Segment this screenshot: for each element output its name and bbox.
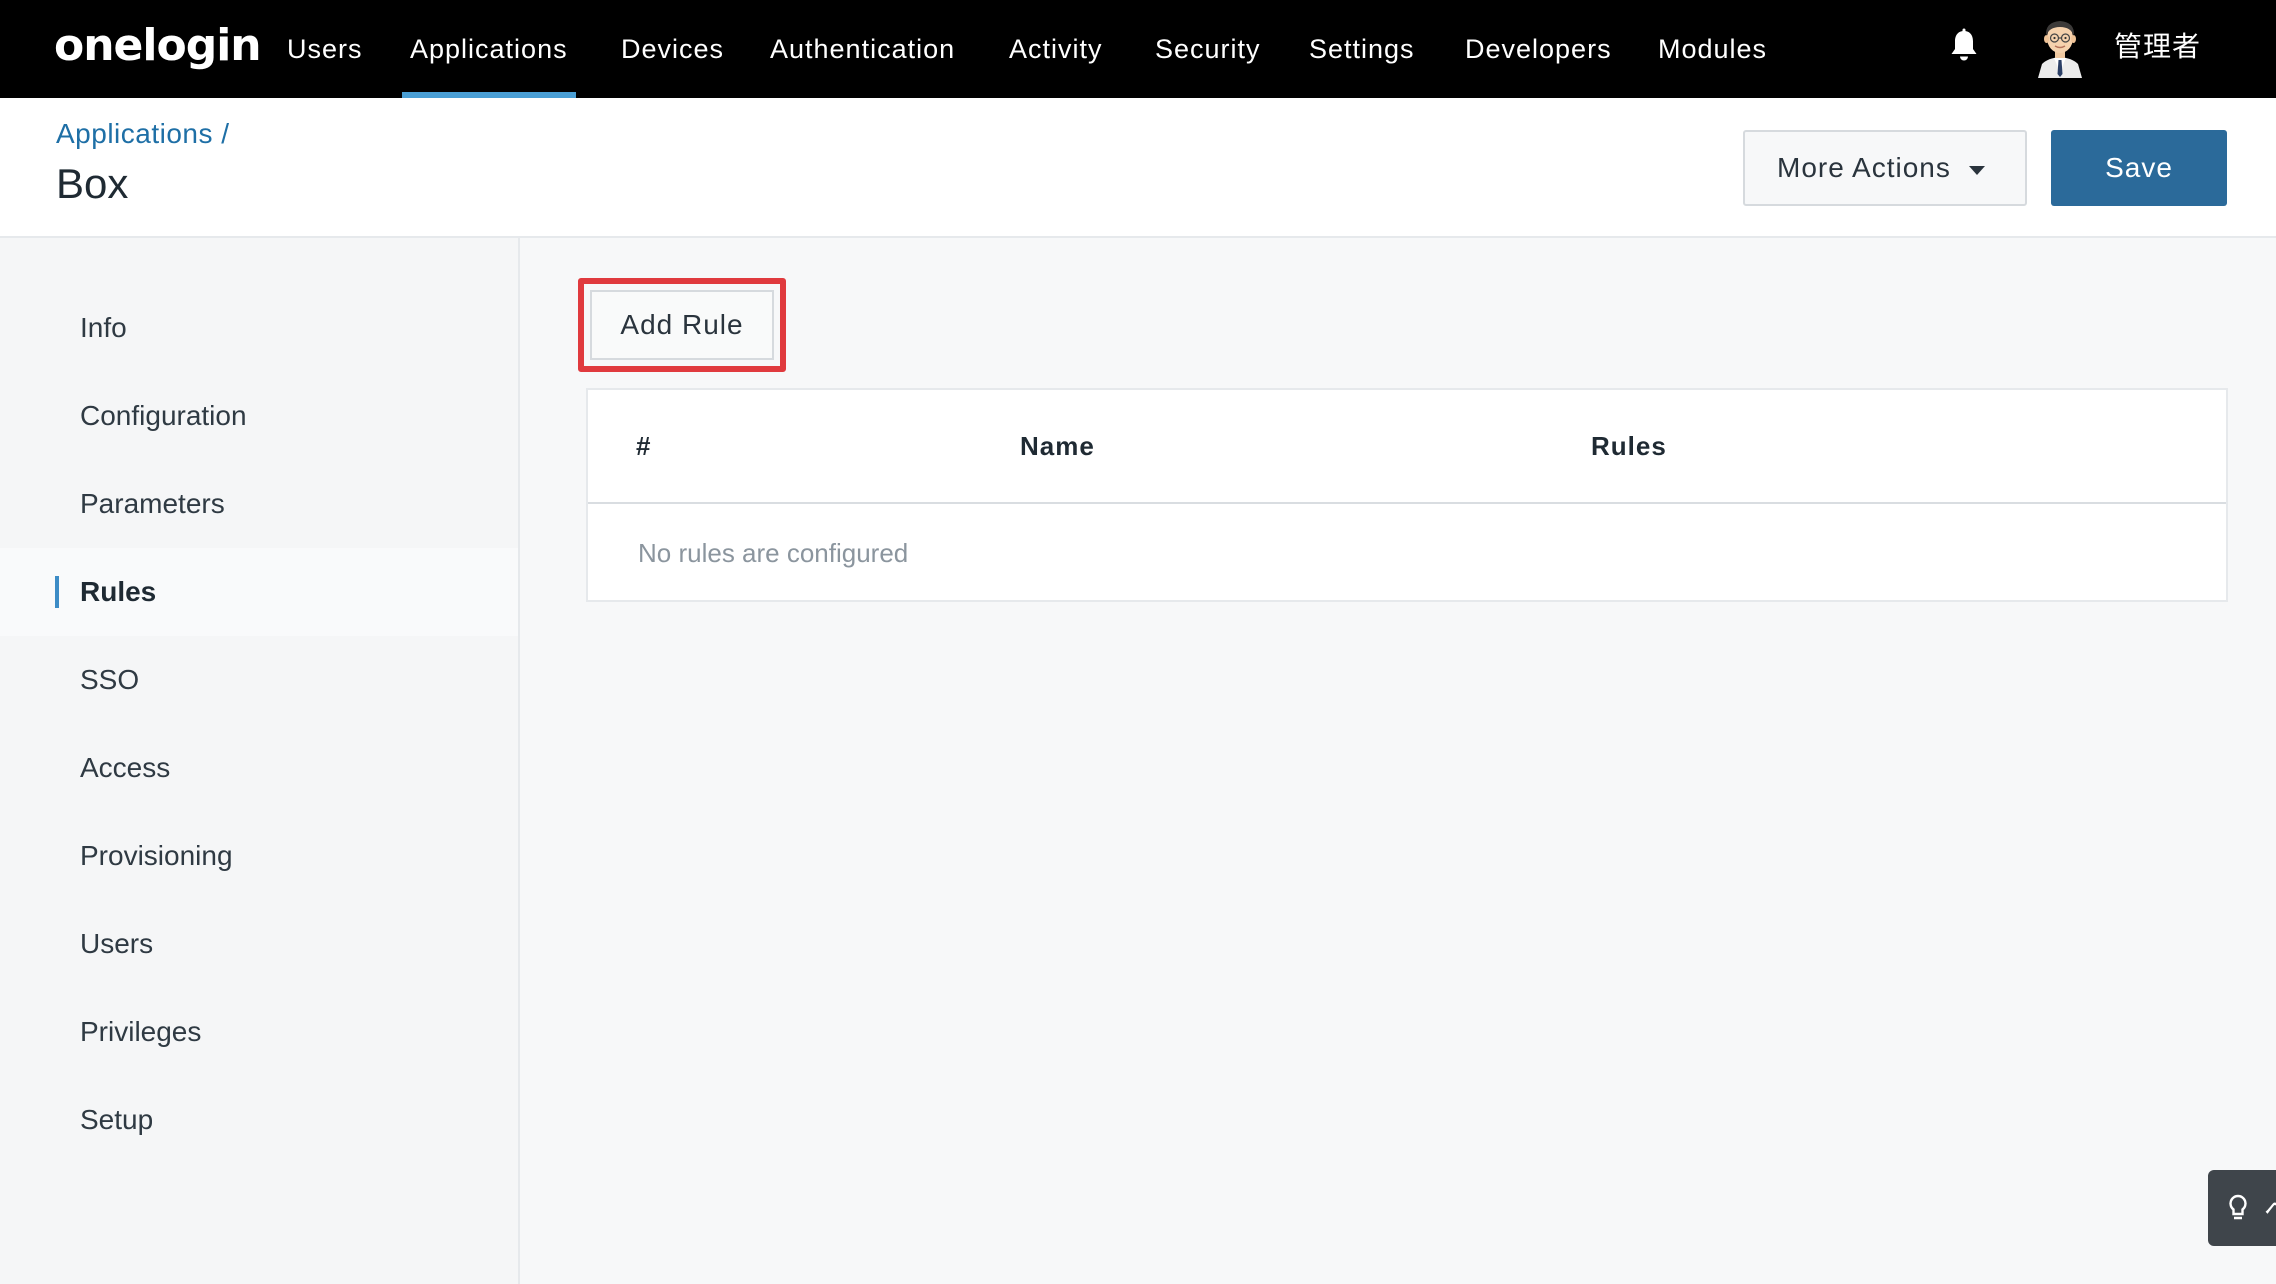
lightbulb-icon bbox=[2229, 1194, 2247, 1220]
nav-item-authentication[interactable]: Authentication bbox=[770, 0, 955, 98]
sidebar-item-rules[interactable]: Rules bbox=[0, 548, 518, 636]
sidebar-item-users[interactable]: Users bbox=[0, 900, 518, 988]
top-nav-bar: onelogin Users Applications Devices Auth… bbox=[0, 0, 2276, 98]
user-avatar[interactable] bbox=[2034, 14, 2086, 78]
caret-down-icon bbox=[1969, 166, 1985, 175]
nav-item-settings[interactable]: Settings bbox=[1309, 0, 1415, 98]
sidebar-item-access[interactable]: Access bbox=[0, 724, 518, 812]
nav-item-activity[interactable]: Activity bbox=[1009, 0, 1103, 98]
nav-item-modules[interactable]: Modules bbox=[1658, 0, 1767, 98]
help-tab[interactable]: ヘ bbox=[2208, 1170, 2276, 1246]
nav-item-devices[interactable]: Devices bbox=[621, 0, 724, 98]
onelogin-logo[interactable]: onelogin bbox=[54, 16, 262, 76]
nav-item-applications[interactable]: Applications bbox=[402, 0, 576, 98]
column-header-rules[interactable]: Rules bbox=[1591, 390, 1667, 502]
help-tab-label: ヘ bbox=[2264, 1190, 2276, 1227]
more-actions-label: More Actions bbox=[1777, 152, 1951, 183]
sidebar-item-privileges[interactable]: Privileges bbox=[0, 988, 518, 1076]
sidebar-item-setup[interactable]: Setup bbox=[0, 1076, 518, 1164]
page-header: Applications / Box More Actions Save bbox=[0, 98, 2276, 238]
nav-item-security[interactable]: Security bbox=[1155, 0, 1261, 98]
add-rule-button[interactable]: Add Rule bbox=[590, 290, 774, 360]
nav-item-users[interactable]: Users bbox=[287, 0, 363, 98]
sidebar-item-provisioning[interactable]: Provisioning bbox=[0, 812, 518, 900]
add-rule-highlight: Add Rule bbox=[578, 278, 786, 372]
sidebar-item-info[interactable]: Info bbox=[0, 284, 518, 372]
sidebar-item-sso[interactable]: SSO bbox=[0, 636, 518, 724]
more-actions-dropdown[interactable]: More Actions bbox=[1743, 130, 2027, 206]
breadcrumb-applications[interactable]: Applications / bbox=[56, 118, 230, 150]
nav-item-developers[interactable]: Developers bbox=[1465, 0, 1612, 98]
page-title: Box bbox=[56, 160, 129, 207]
rules-table: # Name Rules No rules are configured bbox=[586, 388, 2228, 602]
column-header-number[interactable]: # bbox=[636, 390, 651, 502]
notification-bell-icon[interactable] bbox=[1948, 28, 1980, 64]
empty-state-message: No rules are configured bbox=[638, 537, 909, 568]
sidebar-item-configuration[interactable]: Configuration bbox=[0, 372, 518, 460]
sidebar-item-parameters[interactable]: Parameters bbox=[0, 460, 518, 548]
column-header-name[interactable]: Name bbox=[1020, 390, 1095, 502]
table-header-row: # Name Rules bbox=[588, 390, 2226, 504]
save-button[interactable]: Save bbox=[2051, 130, 2227, 206]
user-name[interactable]: 管理者 bbox=[2114, 0, 2201, 90]
app-settings-sidebar: Info Configuration Parameters Rules SSO … bbox=[0, 238, 520, 1284]
